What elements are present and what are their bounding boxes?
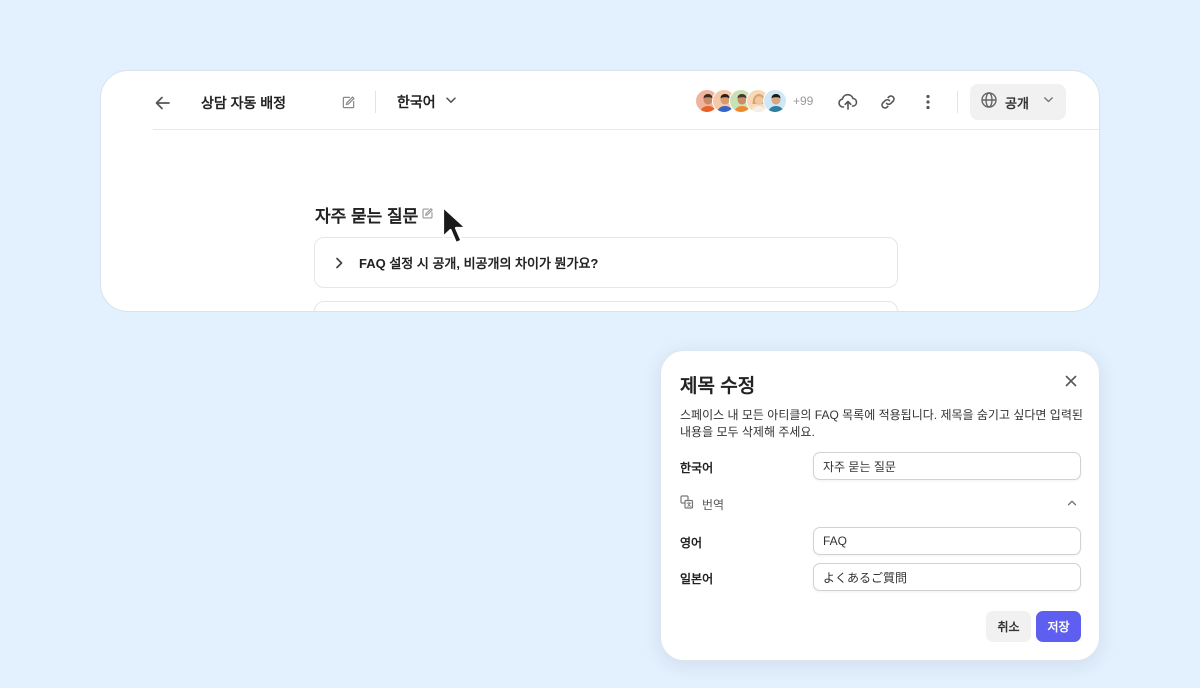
chevron-down-icon: [1042, 93, 1055, 111]
divider: [957, 91, 958, 113]
translation-label: 번역: [702, 497, 725, 512]
edit-faq-title-icon[interactable]: [419, 205, 435, 221]
language-select[interactable]: 한국어: [393, 85, 462, 119]
link-icon[interactable]: [875, 89, 901, 115]
cancel-button[interactable]: 취소: [986, 611, 1031, 642]
save-button[interactable]: 저장: [1036, 611, 1081, 642]
english-title-input[interactable]: [813, 527, 1081, 555]
korean-label: 한국어: [680, 461, 714, 475]
avatar: [763, 89, 787, 113]
faq-question: FAQ 설정 시 공개, 비공개의 차이가 뭔가요?: [359, 256, 599, 271]
japanese-title-input[interactable]: [813, 563, 1081, 591]
english-label: 영어: [680, 536, 703, 550]
more-vertical-icon[interactable]: [915, 89, 941, 115]
japanese-label: 일본어: [680, 572, 714, 586]
edit-title-modal: 제목 수정 스페이스 내 모든 아티클의 FAQ 목록에 적용됩니다. 제목을 …: [660, 350, 1100, 661]
faq-item[interactable]: [314, 301, 898, 311]
divider: [375, 91, 376, 113]
chevron-right-icon: [331, 255, 347, 271]
collaborators-count: +99: [793, 94, 814, 108]
globe-icon: [980, 91, 998, 114]
translation-section-toggle[interactable]: 번역: [680, 493, 1081, 515]
edit-title-icon[interactable]: [339, 93, 357, 111]
editor-card: 상담 자동 배정 한국어 +99 공개 자주 묻는 질문 FAQ 설정 시 공개…: [100, 70, 1100, 312]
visibility-label: 공개: [1005, 95, 1029, 111]
visibility-dropdown[interactable]: 공개: [970, 84, 1066, 120]
back-arrow-icon[interactable]: [149, 89, 177, 117]
translate-icon: [680, 494, 694, 514]
modal-title: 제목 수정: [680, 376, 756, 397]
korean-title-input[interactable]: [813, 452, 1081, 480]
faq-item[interactable]: FAQ 설정 시 공개, 비공개의 차이가 뭔가요?: [314, 237, 898, 288]
close-icon[interactable]: [1061, 371, 1081, 391]
page-title: 상담 자동 배정: [201, 95, 287, 111]
chevron-down-icon: [444, 93, 458, 112]
collaborator-avatars[interactable]: +99: [695, 89, 813, 113]
faq-heading: 자주 묻는 질문: [315, 207, 419, 226]
language-label: 한국어: [397, 94, 436, 110]
modal-description: 스페이스 내 모든 아티클의 FAQ 목록에 적용됩니다. 제목을 숨기고 싶다…: [680, 408, 1083, 439]
chevron-up-icon: [1065, 496, 1081, 512]
cloud-upload-icon[interactable]: [835, 89, 861, 115]
